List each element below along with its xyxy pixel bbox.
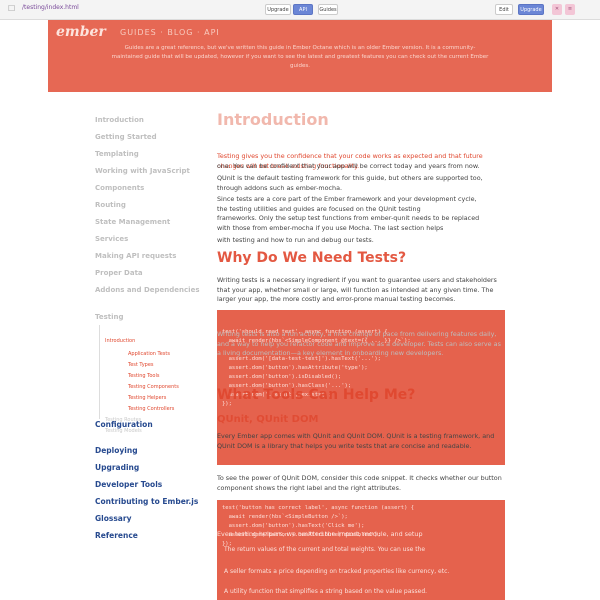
browser-chrome: ☐ /testing/index.html Upgrade API Guides… bbox=[0, 0, 600, 20]
heading-what-tools: What Tools Can Help Me? bbox=[217, 387, 416, 403]
sidebar-item-state-management[interactable]: State Management bbox=[95, 218, 170, 226]
sidebar-item-configuration[interactable]: Configuration bbox=[95, 420, 153, 429]
intro-paragraph-2: one. You can be confident that your app … bbox=[217, 162, 480, 170]
sidebar-sub-application-tests[interactable]: Application Tests bbox=[128, 351, 170, 357]
sidebar-item-introduction[interactable]: Introduction bbox=[95, 116, 144, 124]
page-icon: ☐ bbox=[8, 4, 16, 13]
sidebar-item-addons[interactable]: Addons and Dependencies bbox=[95, 286, 200, 294]
tools-paragraph: Every Ember app comes with QUnit and QUn… bbox=[217, 432, 495, 450]
intro-paragraph-3: QUnit is the default testing framework f… bbox=[217, 174, 483, 192]
bullet-2: A seller formats a price depending on tr… bbox=[224, 568, 450, 575]
sidebar-sub-helpers[interactable]: Testing Helpers bbox=[128, 395, 166, 401]
sidebar-item-glossary[interactable]: Glossary bbox=[95, 514, 131, 523]
bullet-1: The return values of the current and tot… bbox=[224, 546, 426, 553]
sidebar-item-templating[interactable]: Templating bbox=[95, 150, 139, 158]
bullet-3: A utility function that simplifies a str… bbox=[224, 588, 428, 595]
sidebar-item-proper-data[interactable]: Proper Data bbox=[95, 269, 143, 277]
tools-paragraph-2: To see the power of QUnit DOM, consider … bbox=[217, 474, 502, 492]
sidebar-sub-test-types[interactable]: Test Types bbox=[128, 362, 154, 368]
page-title: Introduction bbox=[217, 110, 329, 129]
edit-button[interactable]: Edit bbox=[495, 4, 513, 15]
header-nav[interactable]: GUIDES · BLOG · API bbox=[120, 28, 220, 37]
sidebar-item-routing[interactable]: Routing bbox=[95, 201, 126, 209]
version-banner: Guides are a great reference, but we've … bbox=[111, 45, 489, 69]
ember-logo[interactable]: ember bbox=[56, 24, 106, 40]
heading-qunit: QUnit, QUnit DOM bbox=[217, 414, 319, 425]
sidebar-item-reference[interactable]: Reference bbox=[95, 531, 138, 540]
sidebar-item-components[interactable]: Components bbox=[95, 184, 144, 192]
sidebar-sub-introduction[interactable]: Introduction bbox=[105, 338, 135, 344]
upgrade-button[interactable]: Upgrade bbox=[265, 4, 291, 15]
upgrade-primary-button[interactable]: Upgrade bbox=[518, 4, 544, 15]
examples-paragraph: Even testing helpers, we omitted the imp… bbox=[217, 530, 423, 538]
code-block-2-text: test('button has correct label', async f… bbox=[222, 505, 415, 547]
sidebar-item-getting-started[interactable]: Getting Started bbox=[95, 133, 157, 141]
api-button[interactable]: API bbox=[293, 4, 313, 15]
sidebar-sub-controllers[interactable]: Testing Controllers bbox=[128, 406, 174, 412]
intro-paragraph-5: frameworks. Only the setup test function… bbox=[217, 214, 480, 232]
sidebar-item-testing[interactable]: Testing bbox=[95, 313, 124, 321]
sidebar-item-upgrading[interactable]: Upgrading bbox=[95, 463, 139, 472]
why-paragraph: Writing tests is a necessary ingredient … bbox=[217, 276, 497, 303]
close-icon[interactable]: ✕ bbox=[552, 4, 562, 15]
heading-why-tests: Why Do We Need Tests? bbox=[217, 250, 407, 266]
guides-button[interactable]: Guides bbox=[318, 4, 338, 15]
sidebar-item-javascript[interactable]: Working with JavaScript bbox=[95, 167, 190, 175]
intro-paragraph-4: Since tests are a core part of the Ember… bbox=[217, 195, 477, 213]
subnav-divider bbox=[99, 325, 100, 419]
sidebar-item-api-requests[interactable]: Making API requests bbox=[95, 252, 176, 260]
sidebar-item-developer-tools[interactable]: Developer Tools bbox=[95, 480, 162, 489]
sidebar-item-contributing[interactable]: Contributing to Ember.js bbox=[95, 497, 198, 506]
sidebar-item-services[interactable]: Services bbox=[95, 235, 128, 243]
sidebar-sub-components[interactable]: Testing Components bbox=[128, 384, 179, 390]
sidebar-item-deploying[interactable]: Deploying bbox=[95, 446, 138, 455]
intro-paragraph-6: with testing and how to run and debug ou… bbox=[217, 236, 374, 244]
menu-icon[interactable]: ≡ bbox=[565, 4, 575, 15]
why-paragraph-2: Writing tests is also a fun activity, a … bbox=[217, 330, 501, 357]
address-bar[interactable]: /testing/index.html bbox=[22, 4, 79, 11]
sidebar-sub-testing-tools[interactable]: Testing Tools bbox=[128, 373, 159, 379]
